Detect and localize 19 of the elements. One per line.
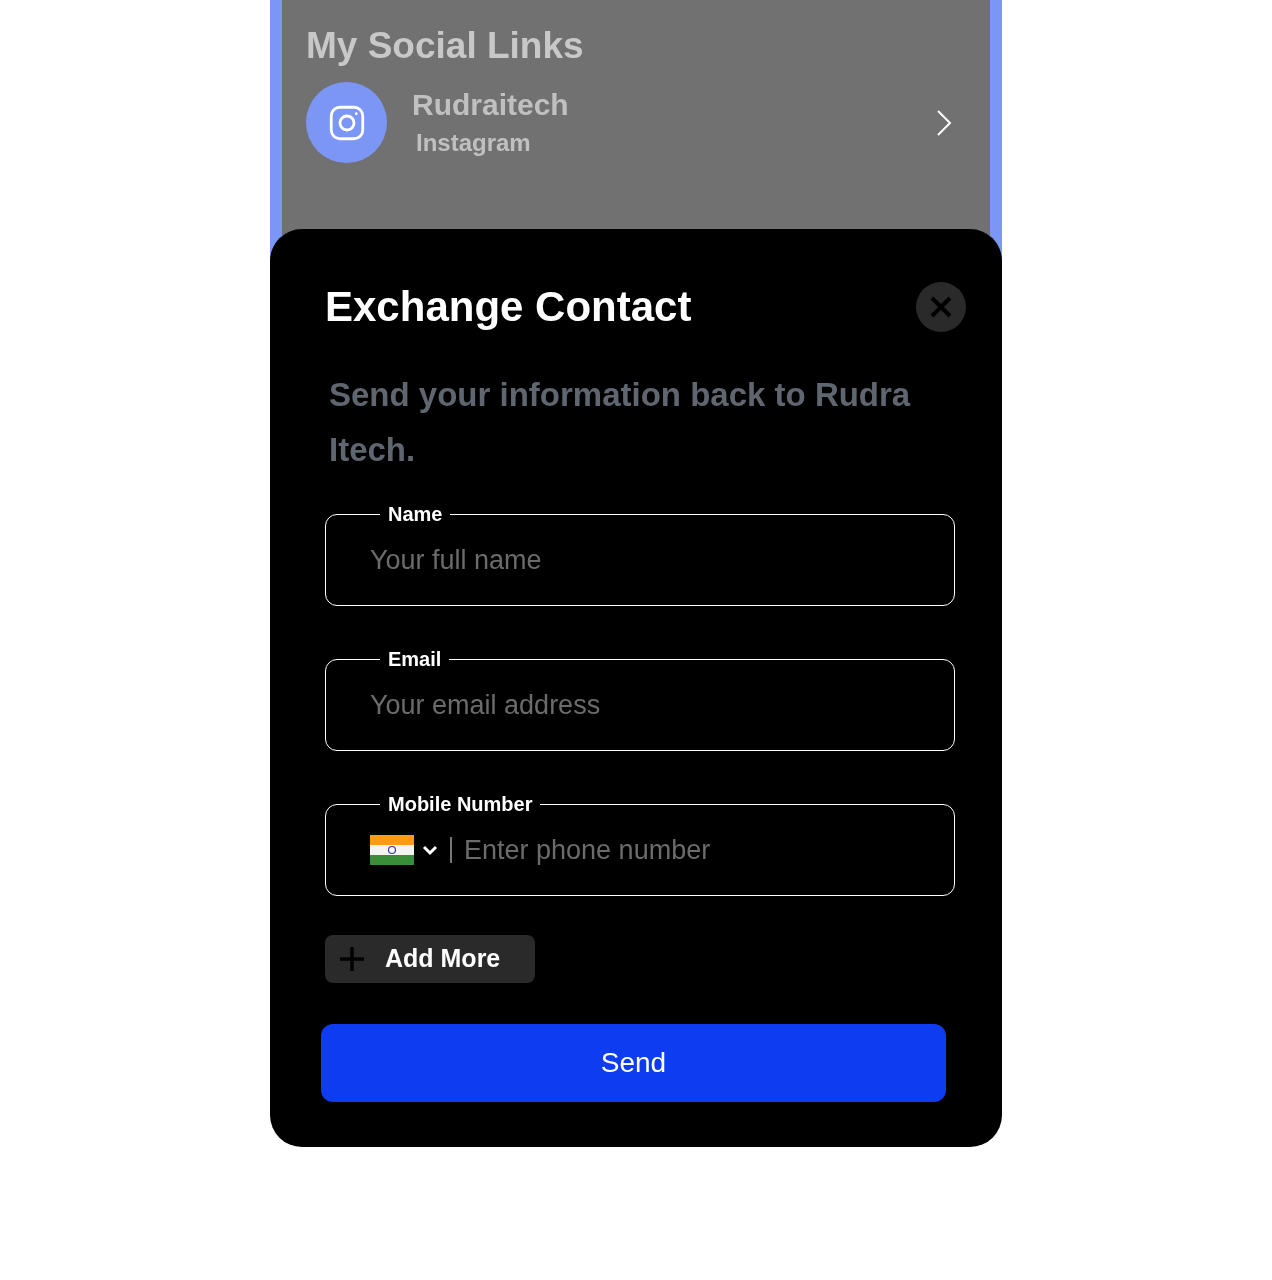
input-field[interactable]: Your email address: [370, 684, 938, 726]
field-label: Mobile Number: [387, 792, 534, 817]
plus-icon: [339, 946, 365, 972]
close-icon: [929, 295, 953, 319]
dialog-message: Send your information back to Rudra Itech.: [329, 375, 912, 470]
chevron-down-icon: [422, 844, 438, 856]
chevron-right-icon: [936, 108, 952, 137]
dialog-title: Exchange Contact: [325, 282, 692, 332]
link-title: Rudraitech: [412, 86, 570, 123]
input-field[interactable]: Your full name: [370, 539, 938, 581]
send-button[interactable]: Send: [321, 1024, 946, 1102]
field-label: Email: [387, 647, 443, 672]
add-more-button[interactable]: Add More: [325, 935, 535, 983]
phone-input[interactable]: Enter phone number: [464, 829, 938, 871]
country-select[interactable]: [370, 835, 438, 865]
link-platform: Instagram: [416, 127, 532, 158]
field-label: Name: [387, 502, 444, 527]
section-heading: My Social Links: [306, 24, 585, 68]
india-flag-icon: [370, 835, 414, 865]
